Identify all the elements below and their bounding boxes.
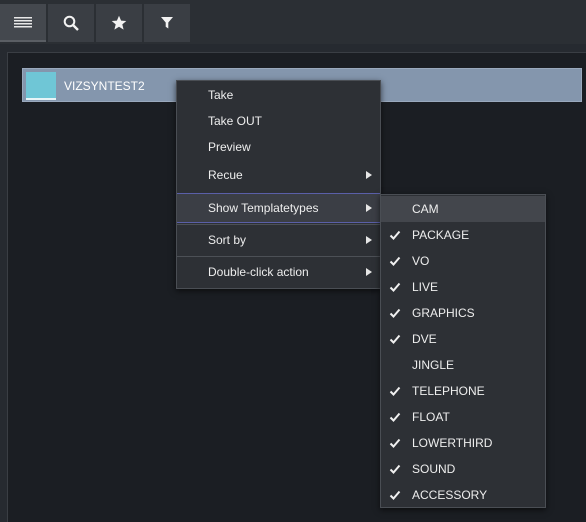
submenu-item-label: TELEPHONE — [412, 384, 485, 398]
toolbar — [0, 0, 586, 44]
submenu-arrow-icon — [366, 236, 372, 244]
submenu-item-telephone[interactable]: TELEPHONE — [381, 378, 545, 404]
submenu-item-vo[interactable]: VO — [381, 248, 545, 274]
menu-item-label: Take — [208, 88, 234, 102]
menu-item-label: Double-click action — [208, 265, 309, 279]
menu-item-label: Recue — [208, 168, 243, 182]
submenu-item-lowerthird[interactable]: LOWERTHIRD — [381, 430, 545, 456]
submenu-item-label: GRAPHICS — [412, 306, 475, 320]
checkmark-icon — [389, 334, 401, 344]
submenu-item-accessory[interactable]: ACCESSORY — [381, 482, 545, 508]
submenu-item-label: PACKAGE — [412, 228, 470, 242]
submenu-arrow-icon — [366, 268, 372, 276]
submenu-item-label: FLOAT — [412, 410, 450, 424]
menu-item-label: Show Templatetypes — [208, 201, 319, 215]
checkmark-icon — [389, 256, 401, 266]
submenu-item-label: JINGLE — [412, 358, 455, 372]
checkmark-icon — [389, 412, 401, 422]
templatetypes-submenu: CAM PACKAGE VO LIVE GRAPHICS DVE JINGLE TELEPHO… — [380, 194, 546, 508]
submenu-item-package[interactable]: PACKAGE — [381, 222, 545, 248]
submenu-item-label: DVE — [412, 332, 437, 346]
checkmark-icon — [389, 464, 401, 474]
menu-separator — [177, 256, 380, 257]
context-menu: Take Take OUT Preview Recue Show Templat… — [176, 80, 381, 289]
menu-separator — [177, 224, 380, 225]
submenu-item-label: SOUND — [412, 462, 456, 476]
menu-item-label: Preview — [208, 140, 251, 154]
submenu-item-graphics[interactable]: GRAPHICS — [381, 300, 545, 326]
search-icon — [63, 15, 79, 31]
checkmark-icon — [389, 230, 401, 240]
submenu-item-label: ACCESSORY — [412, 488, 488, 502]
submenu-item-label: CAM — [412, 202, 439, 216]
submenu-item-label: VO — [412, 254, 430, 268]
submenu-item-cam[interactable]: CAM — [381, 196, 545, 222]
menu-item-label: Take OUT — [208, 114, 263, 128]
menu-item-recue[interactable]: Recue — [177, 162, 380, 188]
favorites-button[interactable] — [96, 4, 142, 42]
star-icon — [111, 15, 127, 30]
menu-item-double-click-action[interactable]: Double-click action — [177, 259, 380, 285]
submenu-arrow-icon — [366, 204, 372, 212]
submenu-item-live[interactable]: LIVE — [381, 274, 545, 300]
menu-item-take[interactable]: Take — [177, 82, 380, 108]
menu-item-sort-by[interactable]: Sort by — [177, 227, 380, 253]
menu-item-show-templatetypes[interactable]: Show Templatetypes — [177, 193, 380, 223]
filter-button[interactable] — [144, 4, 190, 42]
submenu-item-float[interactable]: FLOAT — [381, 404, 545, 430]
submenu-arrow-icon — [366, 171, 372, 179]
checkmark-icon — [389, 308, 401, 318]
hamburger-menu-icon — [14, 17, 32, 28]
submenu-item-label: LIVE — [412, 280, 439, 294]
row-label: VIZSYNTEST2 — [64, 79, 145, 93]
checkmark-icon — [389, 490, 401, 500]
menu-item-label: Sort by — [208, 233, 247, 247]
menu-item-take-out[interactable]: Take OUT — [177, 108, 380, 134]
submenu-item-label: LOWERTHIRD — [412, 436, 493, 450]
search-button[interactable] — [48, 4, 94, 42]
menu-button[interactable] — [0, 4, 46, 42]
filter-icon — [161, 17, 173, 29]
submenu-item-jingle[interactable]: JINGLE — [381, 352, 545, 378]
submenu-item-dve[interactable]: DVE — [381, 326, 545, 352]
checkmark-icon — [389, 386, 401, 396]
element-thumbnail — [26, 72, 56, 100]
checkmark-icon — [389, 438, 401, 448]
menu-item-preview[interactable]: Preview — [177, 134, 380, 160]
submenu-item-sound[interactable]: SOUND — [381, 456, 545, 482]
checkmark-icon — [389, 282, 401, 292]
